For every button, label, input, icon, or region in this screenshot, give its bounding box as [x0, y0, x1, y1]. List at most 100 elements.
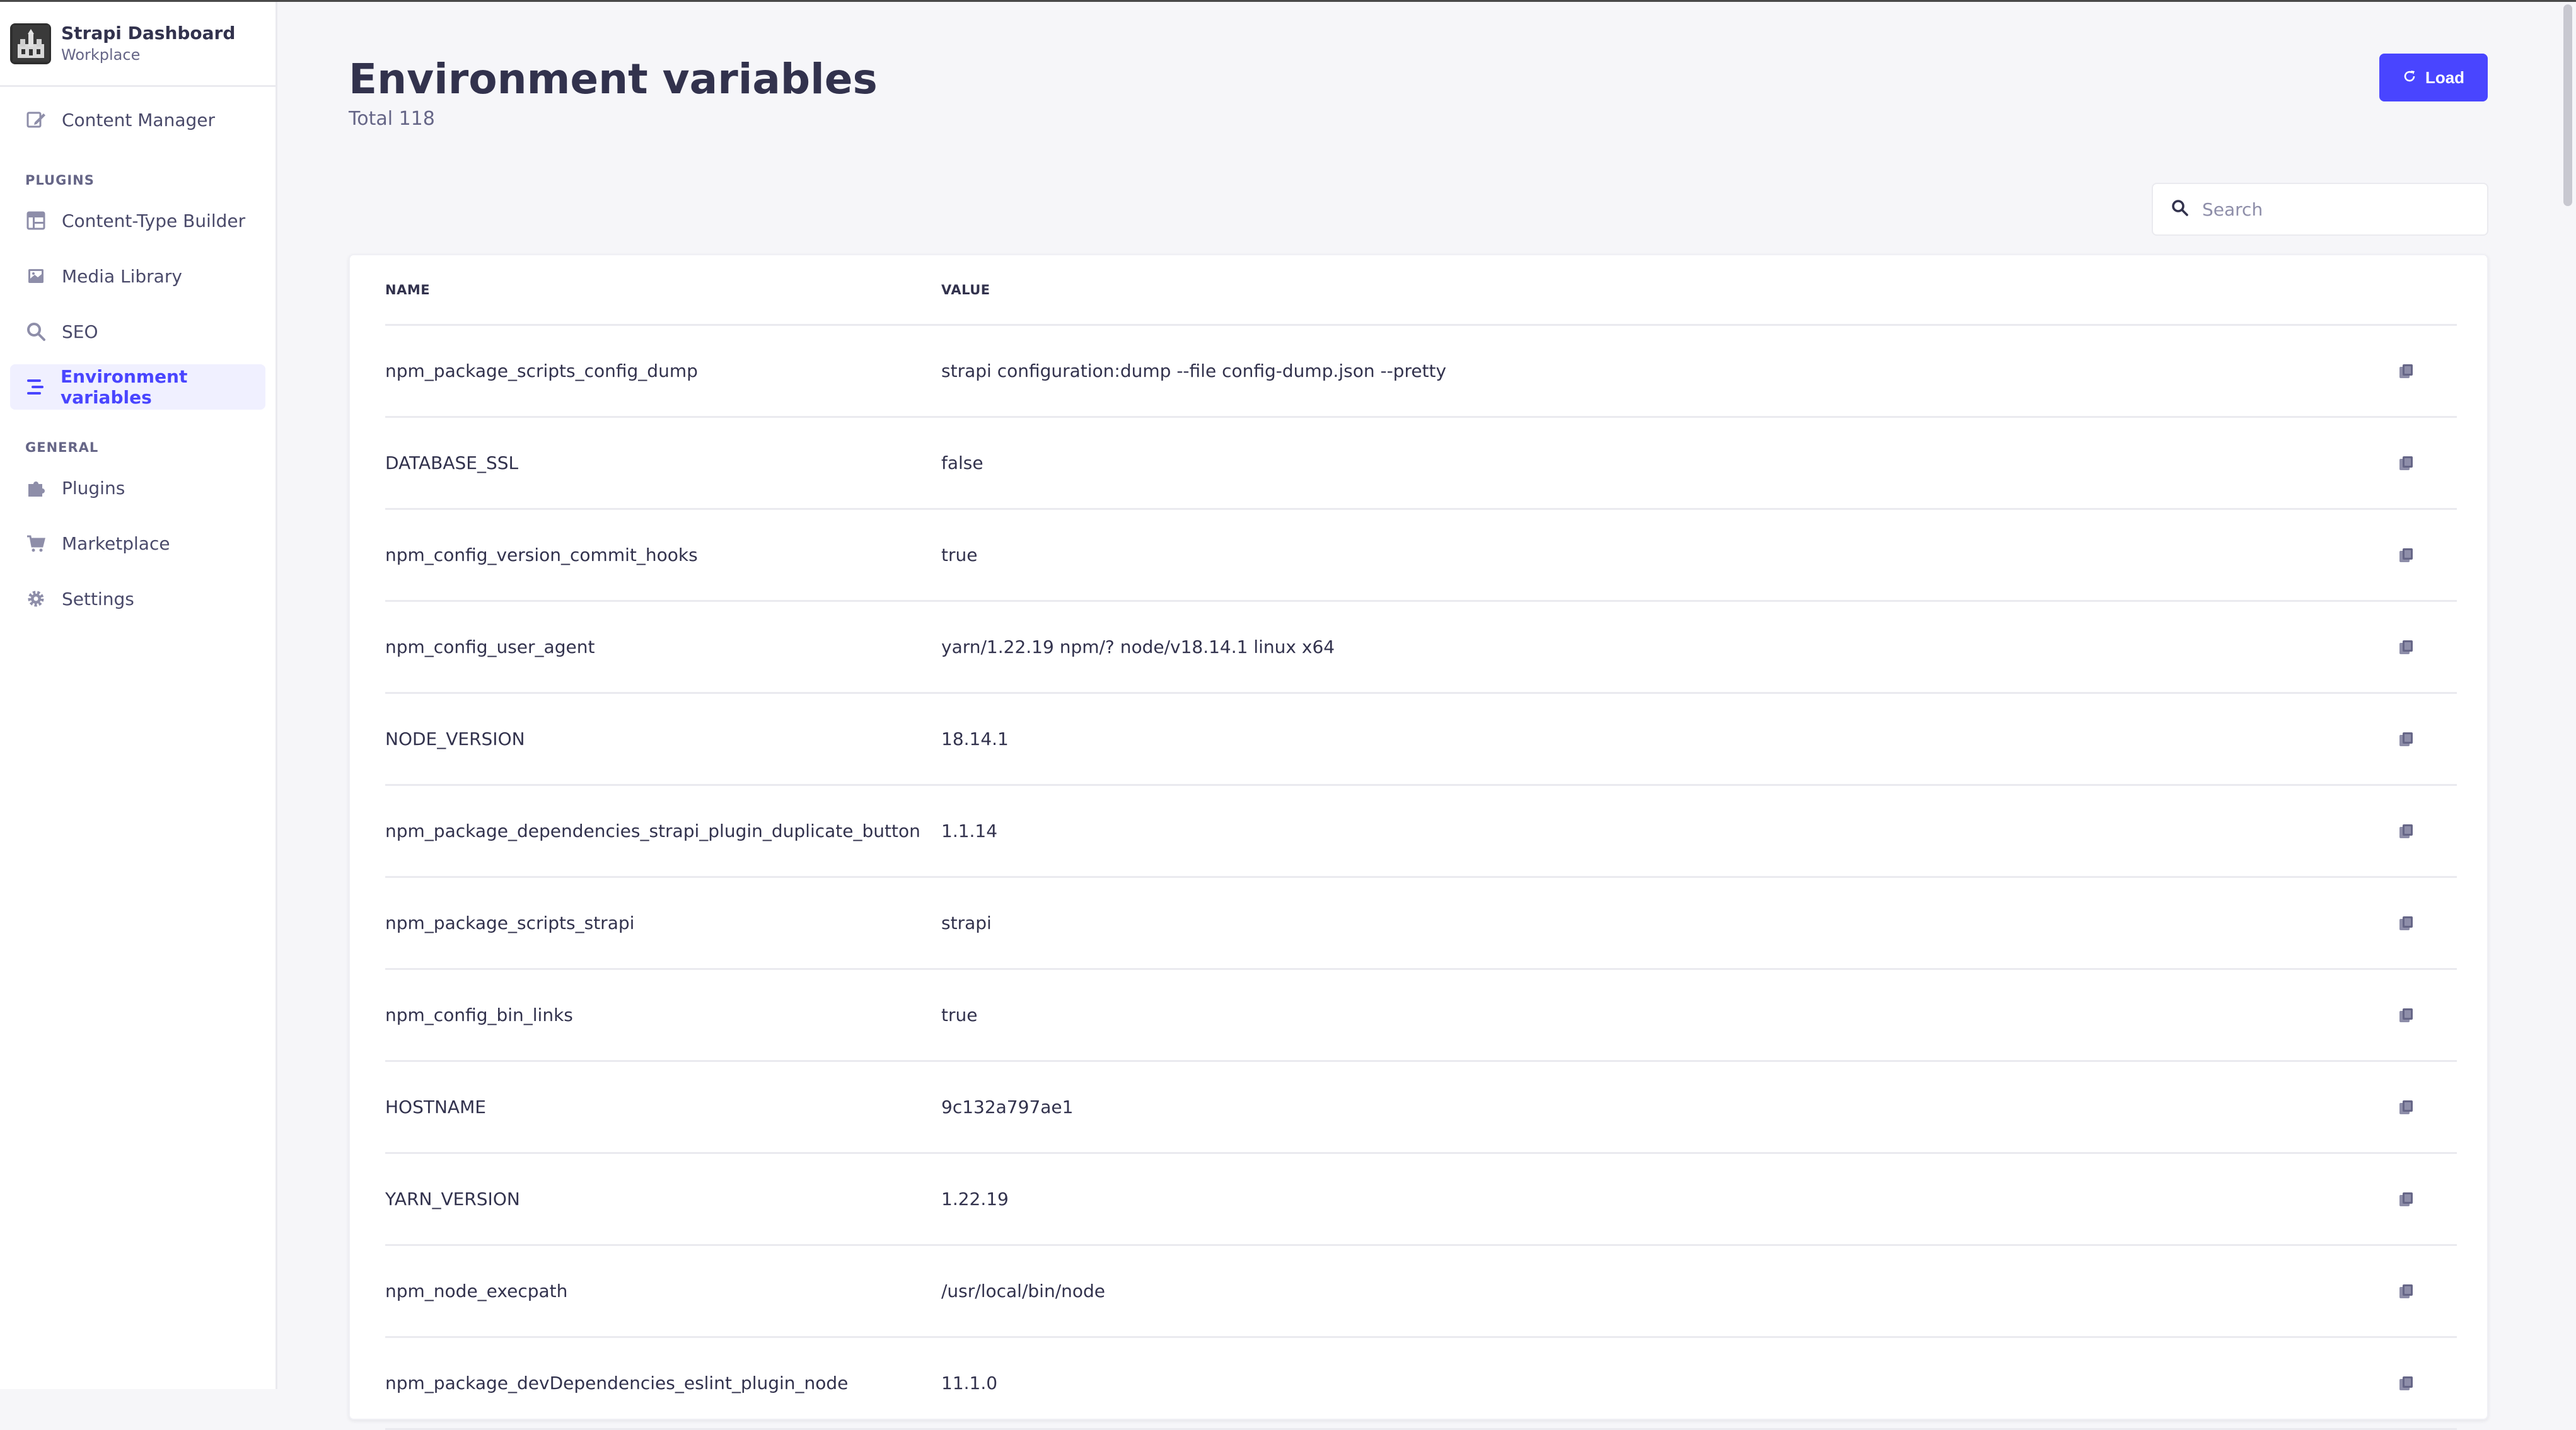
pencil-icon	[25, 109, 47, 130]
copy-button[interactable]	[2394, 727, 2419, 752]
layout-icon	[25, 210, 47, 231]
copy-icon	[2399, 1008, 2413, 1022]
copy-icon	[2399, 824, 2413, 838]
env-value: strapi configuration:dump --file config-…	[941, 360, 1447, 381]
env-value: 18.14.1	[941, 729, 1009, 749]
column-header-name[interactable]: NAME	[385, 282, 430, 297]
table-row: HOSTNAME 9c132a797ae1	[385, 1062, 2457, 1154]
sidebar-item-content-manager[interactable]: Content Manager	[10, 97, 265, 142]
sidebar-item-label: Content-Type Builder	[62, 210, 246, 231]
search-icon	[25, 321, 47, 342]
refresh-icon	[2403, 68, 2416, 88]
sidebar-nav: Content Manager PLUGINS Content-Type Bui…	[0, 87, 276, 642]
load-label: Load	[2425, 67, 2465, 87]
table-row: npm_config_user_agent yarn/1.22.19 npm/? …	[385, 602, 2457, 694]
copy-icon	[2399, 364, 2413, 378]
copy-button[interactable]	[2394, 635, 2419, 660]
env-value: false	[941, 453, 983, 473]
table-row: DATABASE_SSL false	[385, 418, 2457, 510]
copy-button[interactable]	[2394, 911, 2419, 936]
table-body: npm_package_scripts_config_dump strapi co…	[385, 326, 2457, 1430]
env-name: HOSTNAME	[385, 1097, 486, 1117]
table-header: NAME VALUE	[385, 255, 2457, 326]
env-name: npm_package_scripts_strapi	[385, 913, 635, 933]
copy-icon	[2399, 456, 2413, 470]
brand-title: Strapi Dashboard	[61, 23, 236, 43]
sidebar-item-environment-variables[interactable]: Environment variables	[10, 364, 265, 410]
copy-button[interactable]	[2394, 819, 2419, 844]
env-value: /usr/local/bin/node	[941, 1281, 1105, 1301]
sidebar-item-label: Settings	[62, 588, 134, 609]
copy-icon	[2399, 916, 2413, 930]
page-title: Environment variables	[349, 55, 878, 103]
main-content: Environment variables Total 118 Load NAM…	[279, 2, 2549, 1430]
env-table: NAME VALUE npm_package_scripts_config_du…	[349, 254, 2488, 1430]
env-name: npm_config_bin_links	[385, 1005, 573, 1025]
table-row: npm_package_scripts_strapi strapi	[385, 878, 2457, 970]
copy-button[interactable]	[2394, 1279, 2419, 1304]
env-value: true	[941, 545, 978, 565]
search-input[interactable]	[2202, 199, 2480, 220]
sidebar-item-plugins[interactable]: Plugins	[10, 465, 265, 510]
brand-logo	[10, 23, 51, 64]
copy-icon	[2399, 548, 2413, 562]
copy-button[interactable]	[2394, 1371, 2419, 1396]
sidebar-item-label: Content Manager	[62, 109, 215, 130]
env-name: npm_package_devDependencies_eslint_plugi…	[385, 1373, 849, 1393]
page-scrollbar[interactable]	[2560, 2, 2576, 1389]
env-value: yarn/1.22.19 npm/? node/v18.14.1 linux x…	[941, 637, 1335, 657]
column-header-value[interactable]: VALUE	[941, 282, 990, 297]
window-top-border	[0, 0, 2576, 2]
env-name: npm_node_execpath	[385, 1281, 568, 1301]
load-button[interactable]: Load	[2379, 54, 2488, 101]
sidebar-item-settings[interactable]: Settings	[10, 576, 265, 621]
general-heading: GENERAL	[25, 440, 99, 455]
sidebar-item-label: Marketplace	[62, 533, 170, 554]
table-row: npm_package_dependencies_strapi_plugin_d…	[385, 786, 2457, 878]
puzzle-icon	[25, 477, 47, 499]
plugins-heading: PLUGINS	[25, 173, 95, 188]
sidebar-item-label: Plugins	[62, 477, 125, 499]
brand-header[interactable]: Strapi Dashboard Workplace	[0, 2, 276, 87]
table-row: YARN_VERSION 1.22.19	[385, 1154, 2457, 1246]
brand-subtitle: Workplace	[61, 46, 141, 64]
table-row: npm_config_version_commit_hooks true	[385, 510, 2457, 602]
env-name: npm_config_user_agent	[385, 637, 595, 657]
image-icon	[25, 265, 47, 287]
sidebar-item-media-library[interactable]: Media Library	[10, 253, 265, 299]
table-row: npm_package_scripts_config_dump strapi co…	[385, 326, 2457, 418]
scrollbar-thumb[interactable]	[2563, 4, 2572, 206]
env-value: 1.22.19	[941, 1189, 1009, 1209]
copy-button[interactable]	[2394, 1187, 2419, 1212]
env-value: strapi	[941, 913, 992, 933]
copy-button[interactable]	[2394, 1003, 2419, 1028]
env-name: npm_config_version_commit_hooks	[385, 545, 698, 565]
env-name: NODE_VERSION	[385, 729, 525, 749]
copy-button[interactable]	[2394, 1095, 2419, 1120]
sidebar-item-label: Media Library	[62, 265, 182, 287]
table-row: npm_node_execpath/usr/local/bin/node	[385, 1246, 2457, 1338]
env-value: 9c132a797ae1	[941, 1097, 1074, 1117]
sidebar-item-content-type-builder[interactable]: Content-Type Builder	[10, 198, 265, 243]
table-row: NODE_VERSION 18.14.1	[385, 694, 2457, 786]
copy-icon	[2399, 640, 2413, 654]
copy-button[interactable]	[2394, 359, 2419, 384]
copy-button[interactable]	[2394, 451, 2419, 476]
sidebar-item-label: Environment variables	[61, 366, 188, 408]
table-row: npm_config_bin_links true	[385, 970, 2457, 1062]
cart-icon	[25, 533, 47, 554]
search-icon	[2171, 199, 2190, 220]
search-box[interactable]	[2152, 183, 2488, 236]
sidebar: Strapi Dashboard Workplace Content Manag…	[0, 2, 277, 1389]
sidebar-item-marketplace[interactable]: Marketplace	[10, 521, 265, 566]
gear-icon	[25, 588, 47, 609]
env-value: true	[941, 1005, 978, 1025]
copy-button[interactable]	[2394, 543, 2419, 568]
sidebar-item-label: SEO	[62, 321, 98, 342]
sidebar-item-seo[interactable]: SEO	[10, 309, 265, 354]
copy-icon	[2399, 1100, 2413, 1114]
total-count: Total 118	[349, 108, 435, 130]
list-icon	[25, 376, 45, 398]
env-value: 11.1.0	[941, 1373, 998, 1393]
table-row: npm_package_devDependencies_eslint_plugi…	[385, 1338, 2457, 1430]
